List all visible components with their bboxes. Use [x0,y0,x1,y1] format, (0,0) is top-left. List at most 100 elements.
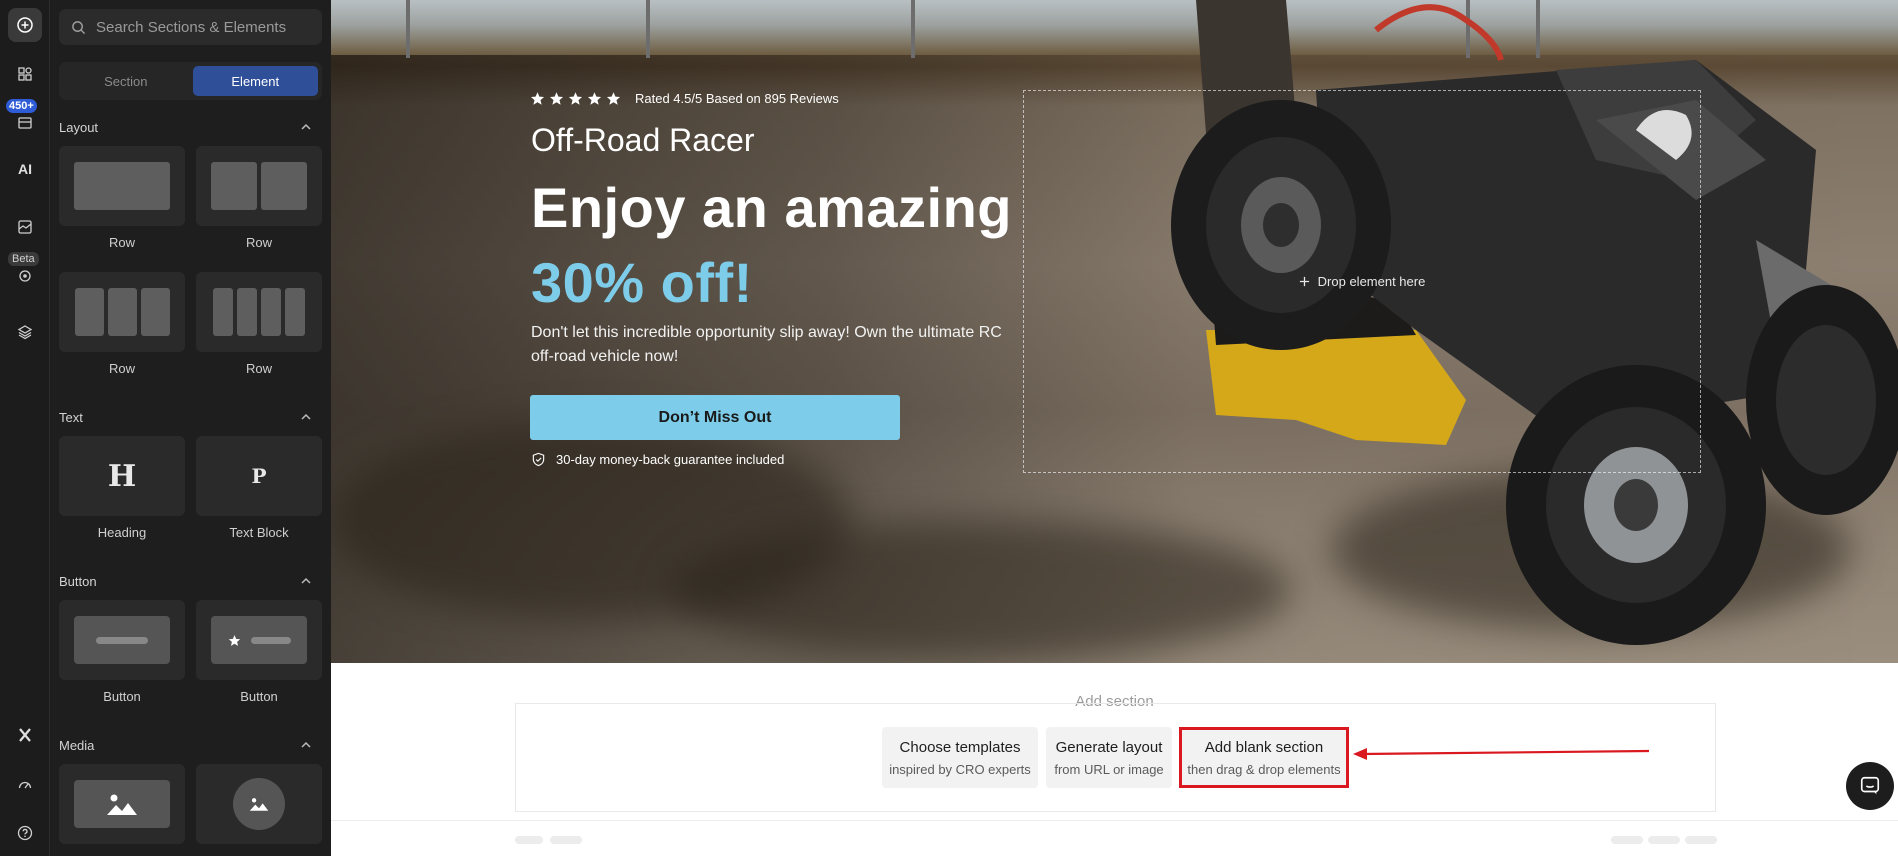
card-subtitle: inspired by CRO experts [889,761,1031,777]
media-group-title[interactable]: Media [59,738,94,753]
star-icon [228,634,240,646]
star-icon [587,92,602,105]
icon-button-tile[interactable] [196,600,322,680]
card-title: Choose templates [899,738,1021,756]
tile-label: Button [103,689,141,704]
layers-icon[interactable] [8,315,42,349]
placeholder-bar [1648,836,1680,844]
fence-post [911,0,915,58]
star-icon [606,92,621,105]
pages-icon[interactable] [8,210,42,244]
star-icon [530,92,545,105]
heading-tile[interactable]: H [59,436,185,516]
speed-icon[interactable] [8,768,42,802]
icon-rail: 450+ AI Beta [0,0,50,856]
button-preview [74,616,170,664]
chat-launcher-button[interactable] [1846,762,1894,810]
column-block [211,162,257,210]
element-panel: Section Element Layout Row Row Row Row T… [50,0,331,856]
card-subtitle: from URL or image [1054,761,1164,777]
button-text-bar [250,636,291,644]
add-icon[interactable] [8,8,42,42]
column-block [74,288,104,336]
search-input[interactable] [96,18,316,36]
hero-headline[interactable]: Enjoy an amazing [531,175,1012,240]
target-icon[interactable] [8,258,42,292]
chat-icon [1860,776,1880,795]
column-block [107,288,137,336]
placeholder-bar [515,836,543,844]
image-icon [249,798,269,811]
text-group-title[interactable]: Text [59,410,83,425]
image-preview [233,778,285,830]
hero-offer[interactable]: 30% off! [531,250,753,315]
tile-label: Row [108,235,135,250]
rating-text: Rated 4.5/5 Based on 895 Reviews [635,91,839,106]
search-box[interactable] [59,9,322,45]
tab-section[interactable]: Section [63,66,189,96]
column-block [261,162,307,210]
row-4col-tile[interactable] [196,272,322,352]
ai-icon[interactable]: AI [8,152,42,186]
image-circle-tile[interactable] [196,764,322,844]
shield-check-icon [532,452,545,467]
tile-label: Row [245,361,272,376]
card-title: Generate layout [1055,738,1163,756]
button-text-bar [96,636,148,644]
paragraph-glyph: P [251,464,267,488]
row-3col-tile[interactable] [59,272,185,352]
column-block [74,162,170,210]
guarantee-row: 30-day money-back guarantee included [531,452,784,467]
placeholder-bar [1685,836,1717,844]
rating-row: Rated 4.5/5 Based on 895 Reviews [530,91,839,106]
hero-kicker[interactable]: Off-Road Racer [531,122,755,159]
row-1col-tile[interactable] [59,146,185,226]
chevron-up-icon[interactable] [300,739,312,751]
column-block [261,288,281,336]
column-block [140,288,170,336]
chevron-up-icon[interactable] [300,575,312,587]
help-icon[interactable] [8,816,42,850]
choose-templates-button[interactable]: Choose templates inspired by CRO experts [882,727,1038,788]
tile-label: Button [240,689,278,704]
tile-label: Row [108,361,135,376]
row-2col-tile[interactable] [196,146,322,226]
column-block [213,288,233,336]
generate-layout-button[interactable]: Generate layout from URL or image [1046,727,1172,788]
layout-group-title[interactable]: Layout [59,120,98,135]
cta-button[interactable]: Don’t Miss Out [530,395,900,440]
tile-label: Heading [97,525,147,540]
image-tile[interactable] [59,764,185,844]
image-icon [107,794,137,815]
button-preview [211,616,307,664]
column-block [285,288,305,336]
tile-label: Text Block [229,525,289,540]
column-block [237,288,257,336]
hero-section[interactable]: Rated 4.5/5 Based on 895 Reviews Off-Roa… [331,0,1898,663]
tile-label: Row [245,235,272,250]
ai-label: AI [18,161,32,177]
placeholder-bar [1611,836,1643,844]
search-icon [72,20,86,34]
annotation-arrow [1353,748,1650,760]
star-icon [549,92,564,105]
star-icon [568,92,583,105]
tab-element[interactable]: Element [192,66,318,96]
button-tile[interactable] [59,600,185,680]
page-canvas: Rated 4.5/5 Based on 895 Reviews Off-Roa… [331,0,1898,856]
drop-hint-text: Drop element here [1317,274,1426,289]
section-divider [331,820,1898,821]
star-rating [530,91,621,106]
hero-description[interactable]: Don't let this incredible opportunity sl… [531,321,1011,369]
drop-zone[interactable]: Drop element here [1023,90,1701,473]
fence-post [406,0,410,58]
fence-post [646,0,650,58]
drop-hint: Drop element here [1299,274,1426,289]
library-icon[interactable] [8,105,42,139]
chevron-up-icon[interactable] [300,121,312,133]
chevron-up-icon[interactable] [300,411,312,423]
x-logo-icon[interactable] [8,718,42,752]
text-block-tile[interactable]: P [196,436,322,516]
templates-icon[interactable] [8,57,42,91]
button-group-title[interactable]: Button [59,574,97,589]
